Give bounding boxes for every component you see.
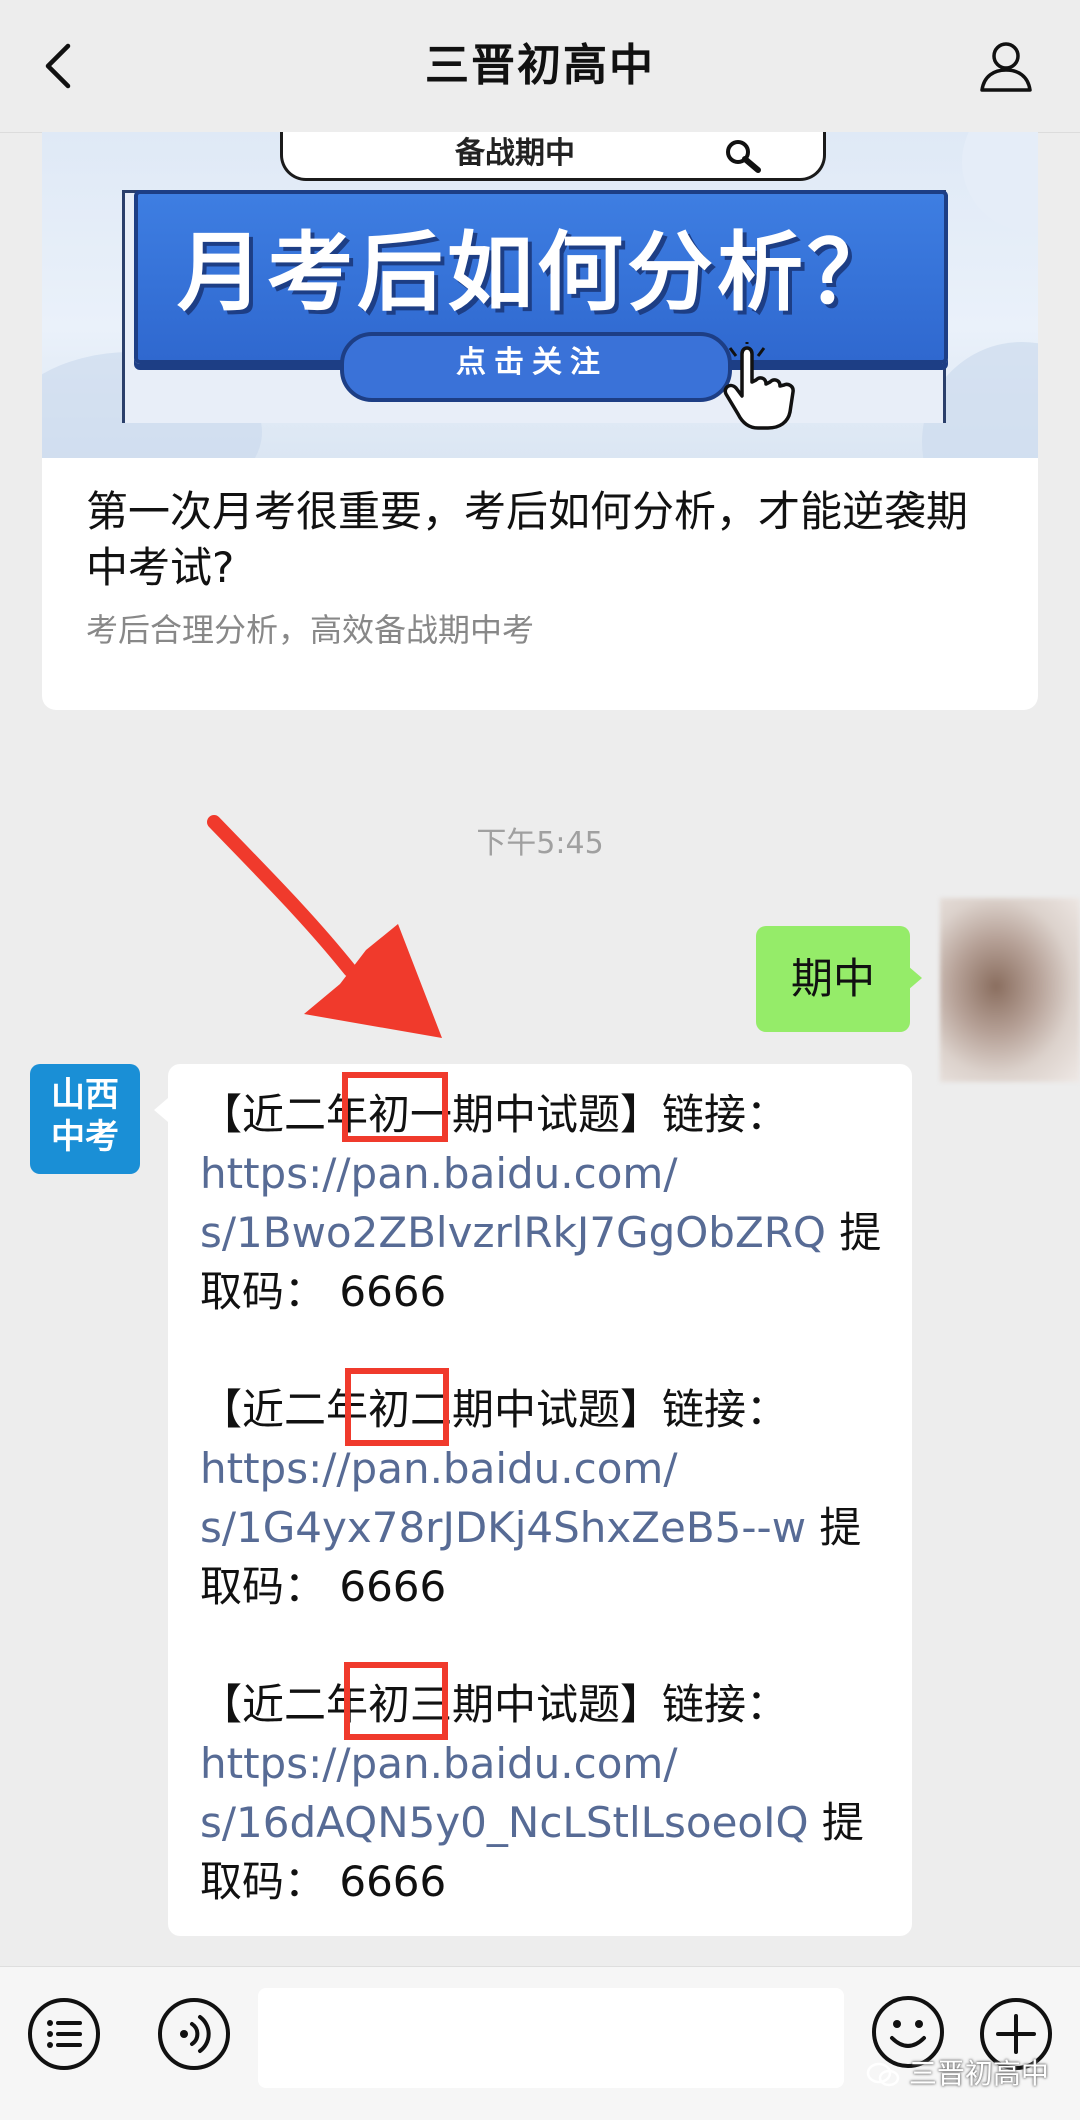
chevron-left-icon[interactable] xyxy=(34,40,86,92)
heading-suffix: 期中试题】链接： xyxy=(452,1090,789,1139)
pointing-hand-icon xyxy=(723,342,795,430)
message-block-3: 【近二年初三期中试题】链接： https://pan.baidu.com/s/1… xyxy=(200,1675,890,1911)
sent-message-text: 期中 xyxy=(790,954,875,1003)
message-block-2: 【近二年初二期中试题】链接： https://pan.baidu.com/s/1… xyxy=(200,1380,890,1616)
red-arrow-icon xyxy=(207,815,442,1038)
banner-follow-text: 点击关注 xyxy=(456,345,608,380)
highlight-box-grade1 xyxy=(342,1072,448,1142)
block-heading: 【近二年初一期中试题】链接： xyxy=(200,1085,890,1144)
baidu-link[interactable]: https://pan.baidu.com/s/1G4yx78rJDKj4Shx… xyxy=(200,1439,890,1557)
code-prefix: 提 xyxy=(825,1208,882,1257)
code-prefix: 提 xyxy=(808,1798,864,1847)
link-line1[interactable]: https://pan.baidu.com/ xyxy=(200,1149,677,1198)
extract-code: 取码： 6666 xyxy=(200,1857,447,1906)
code-prefix: 提 xyxy=(806,1503,862,1552)
article-title: 第一次月考很重要，考后如何分析，才能逆袭期中考试? xyxy=(86,487,969,592)
link-line2[interactable]: s/1G4yx78rJDKj4ShxZeB5--w xyxy=(200,1503,806,1552)
chat-title: 三晋初高中 xyxy=(425,40,655,91)
banner-decoration xyxy=(962,132,1038,232)
heading-prefix: 【近二年 xyxy=(200,1385,369,1434)
link-line1[interactable]: https://pan.baidu.com/ xyxy=(200,1739,677,1788)
avatar-text-line1: 山西 xyxy=(51,1075,119,1115)
link-line2[interactable]: s/16dAQN5y0_NcLStlLsoeoIQ xyxy=(200,1798,809,1847)
message-timestamp: 下午5:45 xyxy=(476,826,604,861)
heading-suffix: 期中试题】链接： xyxy=(452,1385,789,1434)
extract-code: 取码： 6666 xyxy=(200,1562,447,1611)
message-block-1: 【近二年初一期中试题】链接： https://pan.baidu.com/s/1… xyxy=(200,1085,890,1321)
magnifier-icon xyxy=(726,140,761,173)
self-avatar[interactable] xyxy=(940,898,1080,1082)
received-bubble-tail xyxy=(154,1098,168,1122)
wechat-logo-icon xyxy=(866,2062,900,2087)
watermark: 三晋初高中 xyxy=(866,2054,1076,2094)
avatar-text-line2: 中考 xyxy=(51,1117,119,1157)
highlight-box-grade3 xyxy=(344,1662,448,1740)
user-icon[interactable] xyxy=(978,38,1034,94)
link-line1[interactable]: https://pan.baidu.com/ xyxy=(200,1444,677,1493)
block-heading: 【近二年初三期中试题】链接： xyxy=(200,1675,890,1734)
baidu-link[interactable]: https://pan.baidu.com/s/1Bwo2ZBlvzrlRkJ7… xyxy=(200,1144,890,1262)
voice-icon[interactable] xyxy=(156,1996,232,2072)
heading-prefix: 【近二年 xyxy=(200,1680,369,1729)
highlight-box-grade2 xyxy=(345,1368,449,1446)
list-menu-icon[interactable] xyxy=(26,1996,102,2072)
watermark-text: 三晋初高中 xyxy=(908,2057,1049,2090)
article-banner-image: 备战期中 月考后如何分析？ 点击关注 xyxy=(42,132,1038,458)
extract-code: 取码： 6666 xyxy=(200,1267,447,1316)
account-avatar-text: 山西 中考 xyxy=(30,1074,140,1158)
banner-search-text: 备战期中 xyxy=(455,136,575,171)
sent-bubble-tail xyxy=(908,966,922,990)
baidu-link[interactable]: https://pan.baidu.com/s/16dAQN5y0_NcLStl… xyxy=(200,1734,890,1852)
article-subtitle: 考后合理分析，高效备战期中考 xyxy=(86,611,535,649)
link-line2[interactable]: s/1Bwo2ZBlvzrlRkJ7GgObZRQ xyxy=(200,1208,826,1257)
article-card[interactable]: 备战期中 月考后如何分析？ 点击关注 第一次月考很重要，考后如何分析，才能逆袭期… xyxy=(42,132,1038,710)
message-input[interactable] xyxy=(258,1988,844,2088)
heading-suffix: 期中试题】链接： xyxy=(452,1680,789,1729)
block-heading: 【近二年初二期中试题】链接： xyxy=(200,1380,890,1439)
